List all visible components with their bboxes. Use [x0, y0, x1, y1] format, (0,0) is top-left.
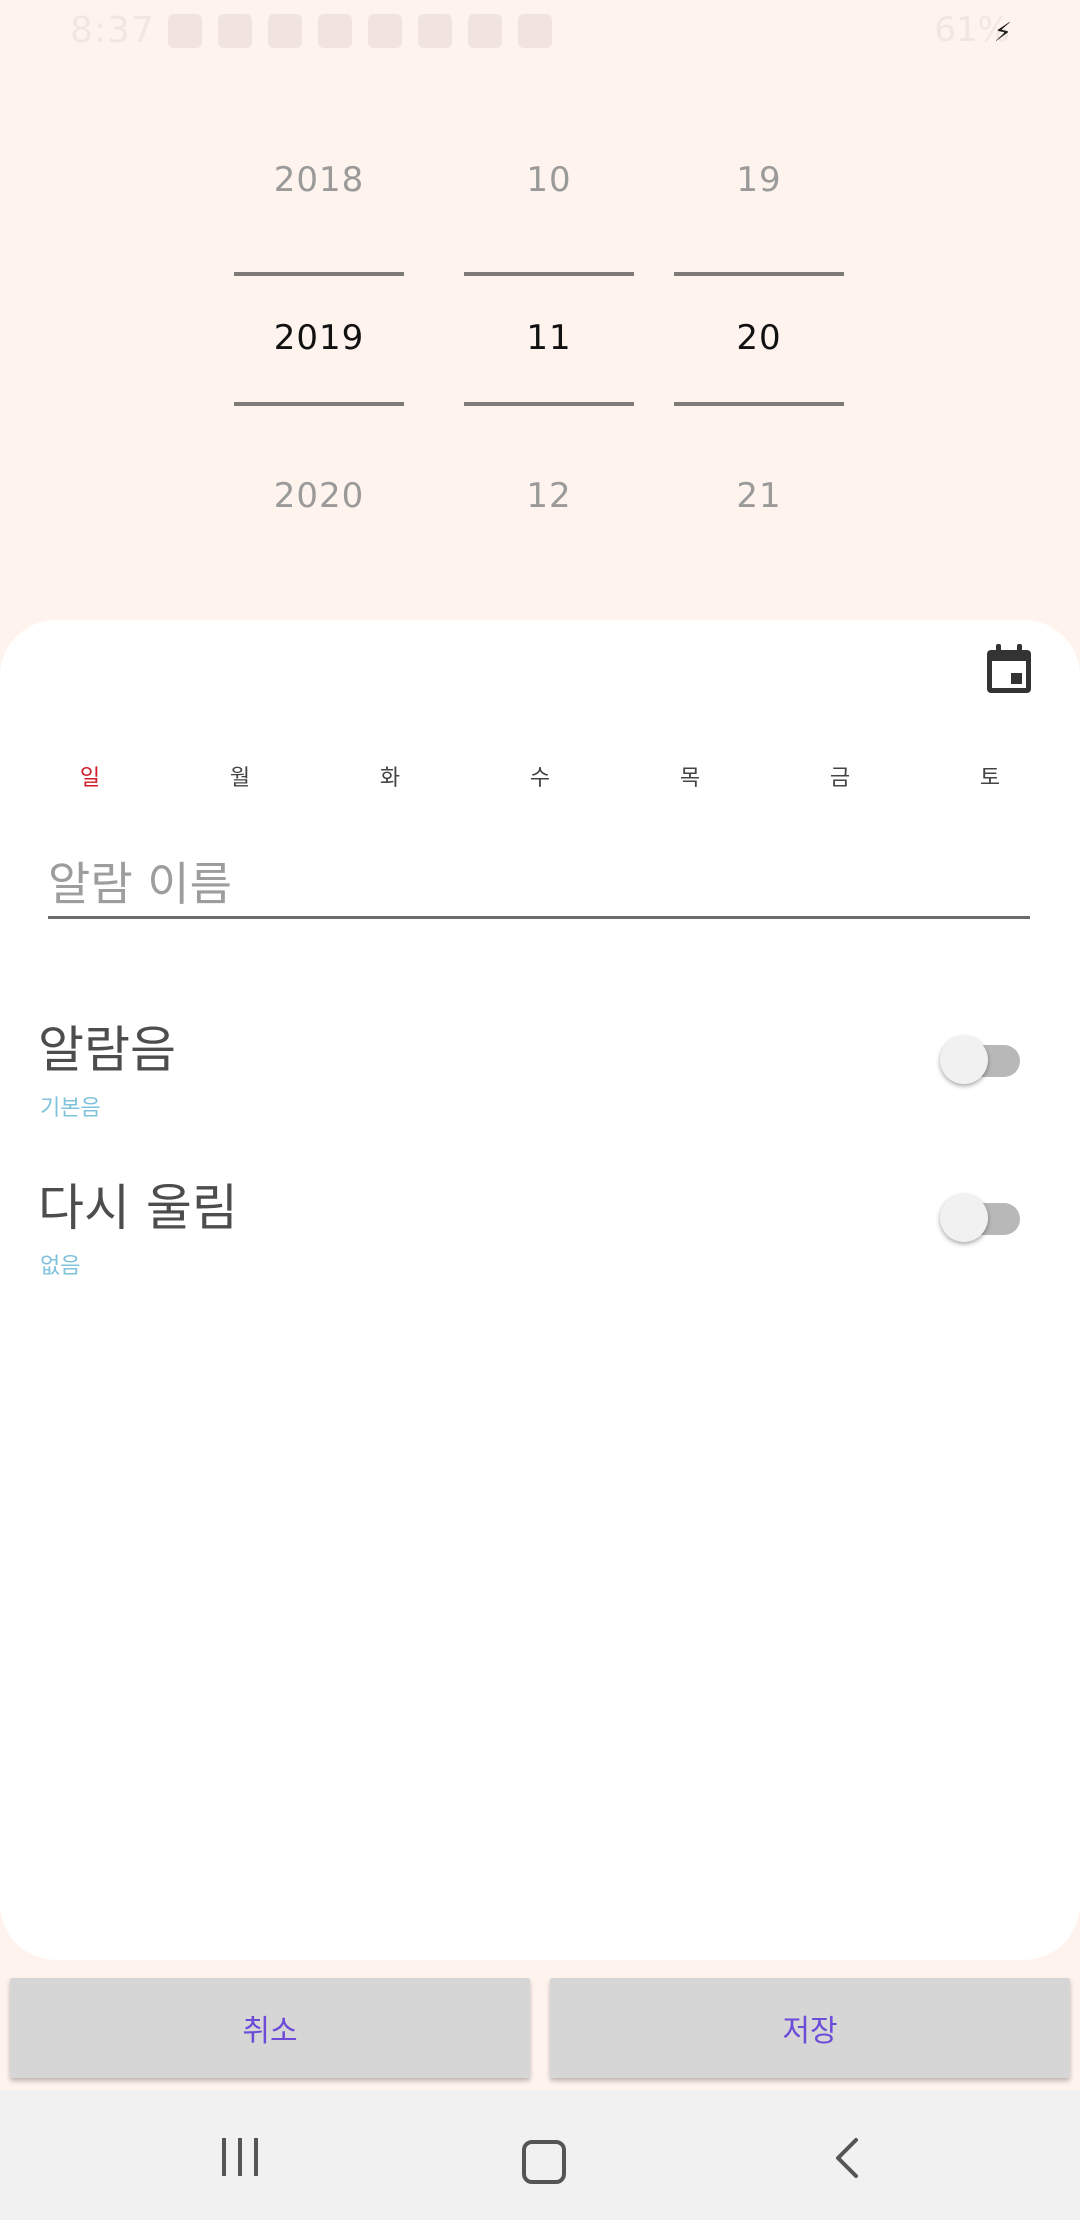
- toggle-knob: [940, 1194, 988, 1242]
- weekday-sun[interactable]: 일: [40, 760, 140, 792]
- date-picker[interactable]: 2018 2019 2020 10 11 12 19 20 21: [0, 100, 1080, 600]
- status-bar: 8:37 61% ⚡: [0, 0, 1080, 64]
- alarm-sound-toggle[interactable]: [940, 1032, 1026, 1086]
- weekday-tue[interactable]: 화: [340, 760, 440, 792]
- charging-icon: ⚡: [993, 18, 1012, 48]
- alarm-settings-sheet: 일 월 화 수 목 금 토 알람음 기본음 다시 울림 없음: [0, 620, 1080, 1960]
- alarm-sound-subtitle: 기본음: [40, 1096, 101, 1121]
- back-icon[interactable]: [832, 2136, 860, 2180]
- status-time: 8:37: [70, 10, 155, 51]
- toggle-knob: [940, 1036, 988, 1084]
- snooze-subtitle: 없음: [40, 1254, 81, 1279]
- weekday-thu[interactable]: 목: [640, 760, 740, 792]
- day-divider-top: [674, 272, 844, 276]
- system-nav-bar: [0, 2090, 1080, 2220]
- weekday-sat[interactable]: 토: [940, 760, 1040, 792]
- shopping-bag-icon: [268, 14, 302, 48]
- year-prev[interactable]: 2018: [234, 160, 404, 200]
- mail-icon: [418, 14, 452, 48]
- notification-icons: [168, 14, 552, 48]
- messenger-icon: [368, 14, 402, 48]
- snooze-row[interactable]: 다시 울림 없음: [38, 1168, 1038, 1279]
- alarm-name-input[interactable]: [48, 852, 1030, 919]
- month-prev[interactable]: 10: [464, 160, 634, 200]
- weekday-wed[interactable]: 수: [490, 760, 590, 792]
- month-next[interactable]: 12: [464, 476, 634, 516]
- upload-icon: [318, 14, 352, 48]
- save-button[interactable]: 저장: [550, 1978, 1070, 2078]
- weekday-mon[interactable]: 월: [190, 760, 290, 792]
- year-divider-bottom: [234, 402, 404, 406]
- weekday-selector: 일 월 화 수 목 금 토: [40, 760, 1040, 792]
- home-icon[interactable]: [522, 2140, 566, 2184]
- instagram-icon: [468, 14, 502, 48]
- person-icon: [518, 14, 552, 48]
- alarm-sound-title: 알람음: [38, 1021, 176, 1079]
- year-next[interactable]: 2020: [234, 476, 404, 516]
- snooze-title: 다시 울림: [38, 1179, 238, 1237]
- month-current[interactable]: 11: [464, 318, 634, 358]
- day-current[interactable]: 20: [674, 318, 844, 358]
- weekday-fri[interactable]: 금: [790, 760, 890, 792]
- calendar-icon[interactable]: [984, 642, 1034, 696]
- settings-icon: [168, 14, 202, 48]
- day-divider-bottom: [674, 402, 844, 406]
- recent-apps-icon[interactable]: [222, 2138, 262, 2178]
- alarm-sound-row[interactable]: 알람음 기본음: [38, 1010, 1038, 1121]
- snooze-toggle[interactable]: [940, 1190, 1026, 1244]
- year-current[interactable]: 2019: [234, 318, 404, 358]
- day-next[interactable]: 21: [674, 476, 844, 516]
- image-icon: [218, 14, 252, 48]
- cancel-button[interactable]: 취소: [10, 1978, 530, 2078]
- month-divider-top: [464, 272, 634, 276]
- year-divider-top: [234, 272, 404, 276]
- day-prev[interactable]: 19: [674, 160, 844, 200]
- month-divider-bottom: [464, 402, 634, 406]
